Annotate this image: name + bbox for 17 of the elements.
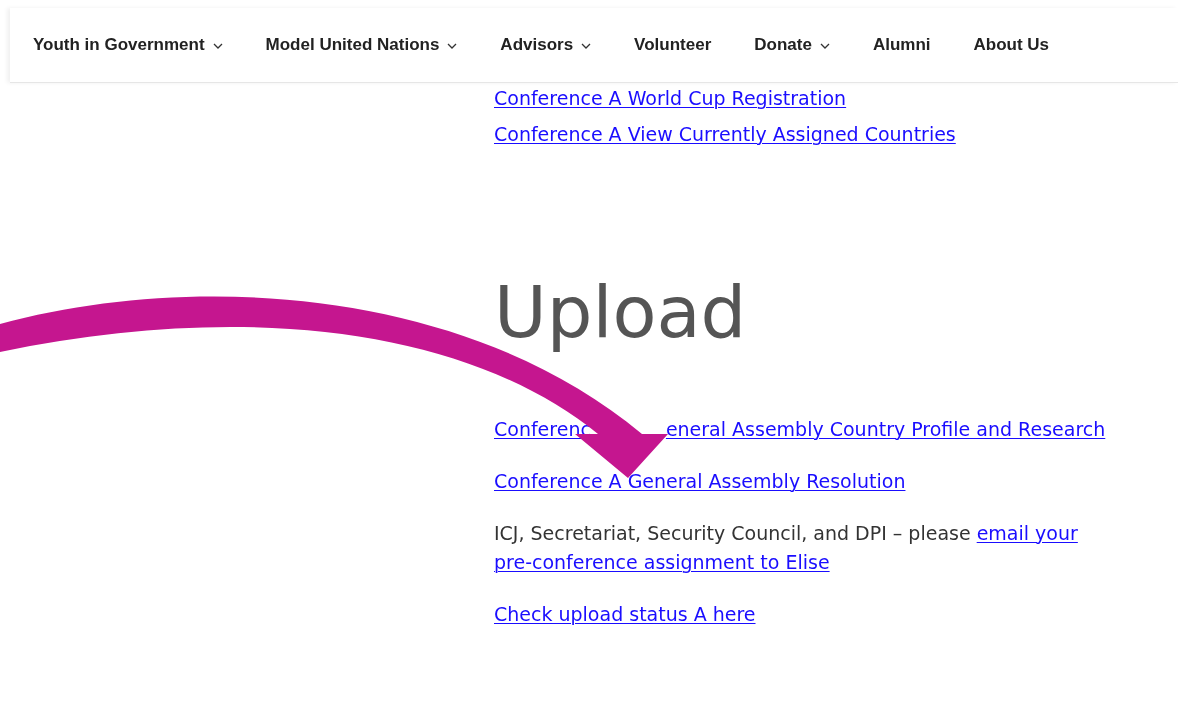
email-link[interactable]: pre-conference assignment to Elise — [494, 551, 830, 573]
page-link[interactable]: Conference A View Currently Assigned Countries — [494, 123, 956, 145]
page-link[interactable]: Conferenc — [494, 418, 591, 440]
email-link[interactable]: email your — [976, 522, 1078, 544]
nav-menu-item[interactable]: Advisors — [500, 32, 592, 58]
nav-menu-item[interactable]: Model United Nations — [265, 32, 458, 58]
page-link[interactable]: Check upload status A here — [494, 603, 756, 625]
section-heading: Upload — [494, 269, 748, 355]
nav-menu-item[interactable]: Donate — [754, 32, 830, 58]
nav-menu-item[interactable]: Volunteer — [634, 32, 712, 58]
nav-menu-item[interactable]: Youth in Government — [33, 32, 223, 58]
nav-menu-item[interactable]: Alumni — [872, 32, 931, 58]
page-link[interactable]: eneral Assembly Country Profile and Research — [665, 418, 1106, 440]
page-link[interactable]: Conference A General Assembly Resolution — [494, 470, 906, 492]
note-text: ICJ, Secretariat, Security Council, and DPI – please — [494, 522, 971, 544]
nav-menu-item[interactable]: About Us — [973, 32, 1050, 58]
page-link[interactable]: Conference A World Cup Registration — [494, 87, 847, 109]
